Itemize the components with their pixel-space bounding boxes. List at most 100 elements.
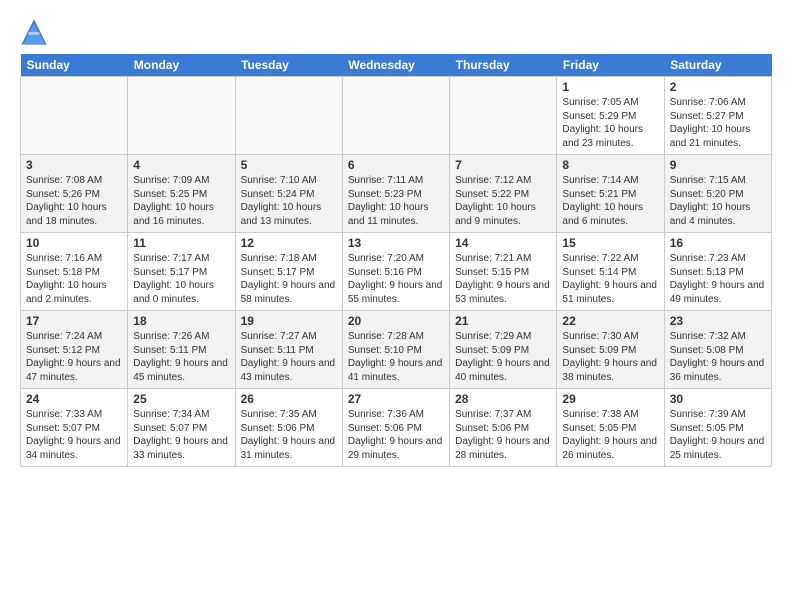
day-info: Sunrise: 7:30 AM Sunset: 5:09 PM Dayligh… xyxy=(562,330,658,384)
day-info: Sunrise: 7:09 AM Sunset: 5:25 PM Dayligh… xyxy=(133,174,229,228)
day-number: 23 xyxy=(670,314,766,328)
calendar-cell: 16 Sunrise: 7:23 AM Sunset: 5:13 PM Dayli… xyxy=(664,233,771,311)
calendar-cell: 26Sunrise: 7:35 AM Sunset: 5:06 PM Dayli… xyxy=(235,389,342,467)
day-info: Sunrise: 7:33 AM Sunset: 5:07 PM Dayligh… xyxy=(26,408,122,462)
day-number: 27 xyxy=(348,392,444,406)
calendar-week-3: 10 Sunrise: 7:16 AM Sunset: 5:18 PM Dayli… xyxy=(21,233,772,311)
calendar-cell: 6 Sunrise: 7:11 AM Sunset: 5:23 PM Daylig… xyxy=(342,155,449,233)
calendar-cell: 28 Sunrise: 7:37 AM Sunset: 5:06 PM Dayli… xyxy=(450,389,557,467)
day-number: 4 xyxy=(133,158,229,172)
calendar-cell xyxy=(21,77,128,155)
calendar-table: SundayMondayTuesdayWednesdayThursdayFrid… xyxy=(20,54,772,467)
calendar-week-4: 17 Sunrise: 7:24 AM Sunset: 5:12 PM Dayli… xyxy=(21,311,772,389)
day-info: Sunrise: 7:16 AM Sunset: 5:18 PM Dayligh… xyxy=(26,252,122,306)
day-info: Sunrise: 7:28 AM Sunset: 5:10 PM Dayligh… xyxy=(348,330,444,384)
day-number: 10 xyxy=(26,236,122,250)
calendar-cell: 10 Sunrise: 7:16 AM Sunset: 5:18 PM Dayli… xyxy=(21,233,128,311)
day-number: 8 xyxy=(562,158,658,172)
day-number: 6 xyxy=(348,158,444,172)
day-number: 28 xyxy=(455,392,551,406)
weekday-header-tuesday: Tuesday xyxy=(235,54,342,77)
calendar-cell: 1 Sunrise: 7:05 AM Sunset: 5:29 PM Daylig… xyxy=(557,77,664,155)
day-number: 9 xyxy=(670,158,766,172)
day-info: Sunrise: 7:32 AM Sunset: 5:08 PM Dayligh… xyxy=(670,330,766,384)
day-number: 19 xyxy=(241,314,337,328)
calendar-cell: 8 Sunrise: 7:14 AM Sunset: 5:21 PM Daylig… xyxy=(557,155,664,233)
day-info: Sunrise: 7:12 AM Sunset: 5:22 PM Dayligh… xyxy=(455,174,551,228)
day-info: Sunrise: 7:18 AM Sunset: 5:17 PM Dayligh… xyxy=(241,252,337,306)
calendar-cell: 12 Sunrise: 7:18 AM Sunset: 5:17 PM Dayli… xyxy=(235,233,342,311)
calendar-cell: 9 Sunrise: 7:15 AM Sunset: 5:20 PM Daylig… xyxy=(664,155,771,233)
calendar-cell: 18 Sunrise: 7:26 AM Sunset: 5:11 PM Dayli… xyxy=(128,311,235,389)
logo-icon xyxy=(20,18,48,46)
calendar-cell: 15Sunrise: 7:22 AM Sunset: 5:14 PM Dayli… xyxy=(557,233,664,311)
day-info: Sunrise: 7:17 AM Sunset: 5:17 PM Dayligh… xyxy=(133,252,229,306)
calendar-cell: 25 Sunrise: 7:34 AM Sunset: 5:07 PM Dayli… xyxy=(128,389,235,467)
weekday-header-row: SundayMondayTuesdayWednesdayThursdayFrid… xyxy=(21,54,772,77)
day-info: Sunrise: 7:21 AM Sunset: 5:15 PM Dayligh… xyxy=(455,252,551,306)
day-info: Sunrise: 7:06 AM Sunset: 5:27 PM Dayligh… xyxy=(670,96,766,150)
day-number: 14 xyxy=(455,236,551,250)
calendar-cell xyxy=(342,77,449,155)
calendar-cell: 11 Sunrise: 7:17 AM Sunset: 5:17 PM Dayli… xyxy=(128,233,235,311)
calendar-cell: 23 Sunrise: 7:32 AM Sunset: 5:08 PM Dayli… xyxy=(664,311,771,389)
day-info: Sunrise: 7:10 AM Sunset: 5:24 PM Dayligh… xyxy=(241,174,337,228)
day-info: Sunrise: 7:36 AM Sunset: 5:06 PM Dayligh… xyxy=(348,408,444,462)
page-header xyxy=(20,18,772,46)
day-info: Sunrise: 7:27 AM Sunset: 5:11 PM Dayligh… xyxy=(241,330,337,384)
calendar-cell: 13 Sunrise: 7:20 AM Sunset: 5:16 PM Dayli… xyxy=(342,233,449,311)
day-number: 1 xyxy=(562,80,658,94)
day-info: Sunrise: 7:20 AM Sunset: 5:16 PM Dayligh… xyxy=(348,252,444,306)
day-info: Sunrise: 7:08 AM Sunset: 5:26 PM Dayligh… xyxy=(26,174,122,228)
day-info: Sunrise: 7:05 AM Sunset: 5:29 PM Dayligh… xyxy=(562,96,658,150)
calendar-header: SundayMondayTuesdayWednesdayThursdayFrid… xyxy=(21,54,772,77)
calendar-cell: 2Sunrise: 7:06 AM Sunset: 5:27 PM Daylig… xyxy=(664,77,771,155)
day-number: 25 xyxy=(133,392,229,406)
calendar-cell: 4 Sunrise: 7:09 AM Sunset: 5:25 PM Daylig… xyxy=(128,155,235,233)
day-number: 12 xyxy=(241,236,337,250)
day-info: Sunrise: 7:23 AM Sunset: 5:13 PM Dayligh… xyxy=(670,252,766,306)
calendar-cell xyxy=(128,77,235,155)
calendar-cell: 20 Sunrise: 7:28 AM Sunset: 5:10 PM Dayli… xyxy=(342,311,449,389)
calendar-cell: 7 Sunrise: 7:12 AM Sunset: 5:22 PM Daylig… xyxy=(450,155,557,233)
day-info: Sunrise: 7:14 AM Sunset: 5:21 PM Dayligh… xyxy=(562,174,658,228)
calendar-week-1: 1 Sunrise: 7:05 AM Sunset: 5:29 PM Daylig… xyxy=(21,77,772,155)
day-number: 30 xyxy=(670,392,766,406)
calendar-cell: 22 Sunrise: 7:30 AM Sunset: 5:09 PM Dayli… xyxy=(557,311,664,389)
day-number: 11 xyxy=(133,236,229,250)
day-number: 15 xyxy=(562,236,658,250)
day-number: 29 xyxy=(562,392,658,406)
day-number: 22 xyxy=(562,314,658,328)
day-info: Sunrise: 7:37 AM Sunset: 5:06 PM Dayligh… xyxy=(455,408,551,462)
page-container: SundayMondayTuesdayWednesdayThursdayFrid… xyxy=(0,0,792,477)
day-number: 18 xyxy=(133,314,229,328)
day-info: Sunrise: 7:11 AM Sunset: 5:23 PM Dayligh… xyxy=(348,174,444,228)
weekday-header-friday: Friday xyxy=(557,54,664,77)
day-number: 20 xyxy=(348,314,444,328)
calendar-cell: 24 Sunrise: 7:33 AM Sunset: 5:07 PM Dayli… xyxy=(21,389,128,467)
day-number: 16 xyxy=(670,236,766,250)
day-number: 21 xyxy=(455,314,551,328)
day-info: Sunrise: 7:15 AM Sunset: 5:20 PM Dayligh… xyxy=(670,174,766,228)
day-number: 3 xyxy=(26,158,122,172)
calendar-week-5: 24 Sunrise: 7:33 AM Sunset: 5:07 PM Dayli… xyxy=(21,389,772,467)
day-number: 24 xyxy=(26,392,122,406)
day-number: 13 xyxy=(348,236,444,250)
calendar-cell: 30Sunrise: 7:39 AM Sunset: 5:05 PM Dayli… xyxy=(664,389,771,467)
day-number: 17 xyxy=(26,314,122,328)
weekday-header-wednesday: Wednesday xyxy=(342,54,449,77)
weekday-header-sunday: Sunday xyxy=(21,54,128,77)
calendar-cell xyxy=(235,77,342,155)
day-number: 26 xyxy=(241,392,337,406)
calendar-cell: 14 Sunrise: 7:21 AM Sunset: 5:15 PM Dayli… xyxy=(450,233,557,311)
logo xyxy=(20,18,52,46)
day-info: Sunrise: 7:34 AM Sunset: 5:07 PM Dayligh… xyxy=(133,408,229,462)
calendar-body: 1 Sunrise: 7:05 AM Sunset: 5:29 PM Daylig… xyxy=(21,77,772,467)
calendar-cell: 3 Sunrise: 7:08 AM Sunset: 5:26 PM Daylig… xyxy=(21,155,128,233)
day-info: Sunrise: 7:26 AM Sunset: 5:11 PM Dayligh… xyxy=(133,330,229,384)
day-info: Sunrise: 7:29 AM Sunset: 5:09 PM Dayligh… xyxy=(455,330,551,384)
day-info: Sunrise: 7:24 AM Sunset: 5:12 PM Dayligh… xyxy=(26,330,122,384)
day-number: 7 xyxy=(455,158,551,172)
weekday-header-saturday: Saturday xyxy=(664,54,771,77)
calendar-cell: 29Sunrise: 7:38 AM Sunset: 5:05 PM Dayli… xyxy=(557,389,664,467)
